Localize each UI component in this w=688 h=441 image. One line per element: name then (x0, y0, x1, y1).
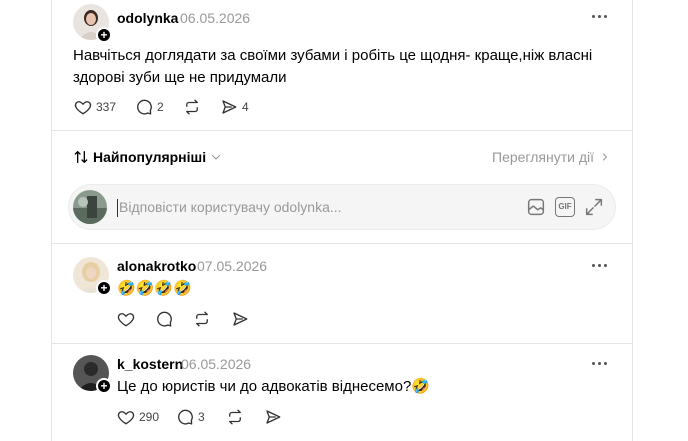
post-author-avatar[interactable]: + (73, 4, 112, 43)
comment-reply-button[interactable]: 3 (176, 407, 205, 427)
comment-date[interactable]: 07.05.2026 (197, 258, 267, 274)
comment-icon (157, 311, 172, 327)
comment-author-avatar[interactable]: + (73, 257, 112, 296)
post-more-icon[interactable] (592, 12, 610, 22)
comment-text: 🤣🤣🤣🤣 (117, 280, 192, 297)
divider (51, 243, 633, 244)
reply-composer[interactable]: GIF (68, 184, 616, 230)
comment-more-icon[interactable] (592, 359, 610, 369)
comment-more-icon[interactable] (592, 261, 610, 271)
post-comment-button[interactable]: 2 (135, 97, 164, 117)
post-comment-count: 2 (157, 100, 164, 114)
sort-label: Найпопулярніші (93, 149, 207, 165)
comment-icon (137, 99, 152, 115)
text-cursor (117, 199, 118, 217)
post-date[interactable]: 06.05.2026 (180, 10, 250, 26)
comment-author-avatar[interactable]: + (73, 355, 112, 394)
comment-username[interactable]: k_kostern (117, 356, 183, 372)
comment-share-button[interactable] (231, 309, 249, 329)
comment-repost-button[interactable] (226, 407, 244, 427)
send-icon (266, 410, 281, 424)
view-activity-label: Переглянути дії (492, 149, 594, 165)
post-like-count: 337 (96, 100, 117, 114)
comment-like-button[interactable] (117, 309, 135, 329)
post-repost-button[interactable] (183, 97, 201, 117)
chevron-right-icon (602, 153, 608, 161)
comment-share-button[interactable] (264, 407, 282, 427)
expand-icon[interactable] (583, 196, 605, 218)
post-username[interactable]: odolynka (117, 10, 178, 26)
comment-like-count: 290 (139, 410, 160, 424)
repost-icon (186, 99, 198, 115)
gif-icon[interactable]: GIF (555, 197, 575, 217)
comment-reply-count: 3 (198, 410, 205, 424)
heart-icon (74, 101, 92, 115)
comment-text: Це до юристів чи до адвокатів віднесемо?… (117, 378, 430, 395)
post-like-button[interactable]: 337 (74, 97, 116, 117)
post-share-count: 4 (242, 100, 249, 114)
post-text: Навчіться доглядати за своїми зубами і р… (73, 47, 593, 86)
chevron-down-icon (212, 154, 221, 160)
send-icon (233, 312, 248, 326)
repost-icon (196, 311, 208, 327)
current-user-avatar (73, 190, 107, 224)
divider (51, 343, 633, 344)
repost-icon (229, 409, 241, 425)
comment-reply-button[interactable] (155, 309, 173, 329)
follow-plus-icon[interactable]: + (96, 27, 112, 43)
comment-username[interactable]: alonakrotko (117, 258, 196, 274)
sort-arrows-icon (74, 151, 88, 163)
sort-dropdown[interactable]: Найпопулярніші (73, 149, 222, 165)
heart-icon (117, 313, 135, 327)
divider (51, 130, 633, 131)
heart-icon (117, 411, 135, 425)
image-icon[interactable] (525, 196, 547, 218)
comment-like-button[interactable]: 290 (117, 407, 159, 427)
follow-plus-icon[interactable]: + (96, 280, 112, 296)
reply-input[interactable] (119, 196, 449, 218)
comment-icon (178, 409, 193, 425)
comment-repost-button[interactable] (193, 309, 211, 329)
send-icon (222, 100, 237, 114)
follow-plus-icon[interactable]: + (96, 378, 112, 394)
view-activity-link[interactable]: Переглянути дії (492, 149, 610, 165)
post-share-button[interactable]: 4 (220, 97, 249, 117)
comment-date[interactable]: 06.05.2026 (181, 356, 251, 372)
